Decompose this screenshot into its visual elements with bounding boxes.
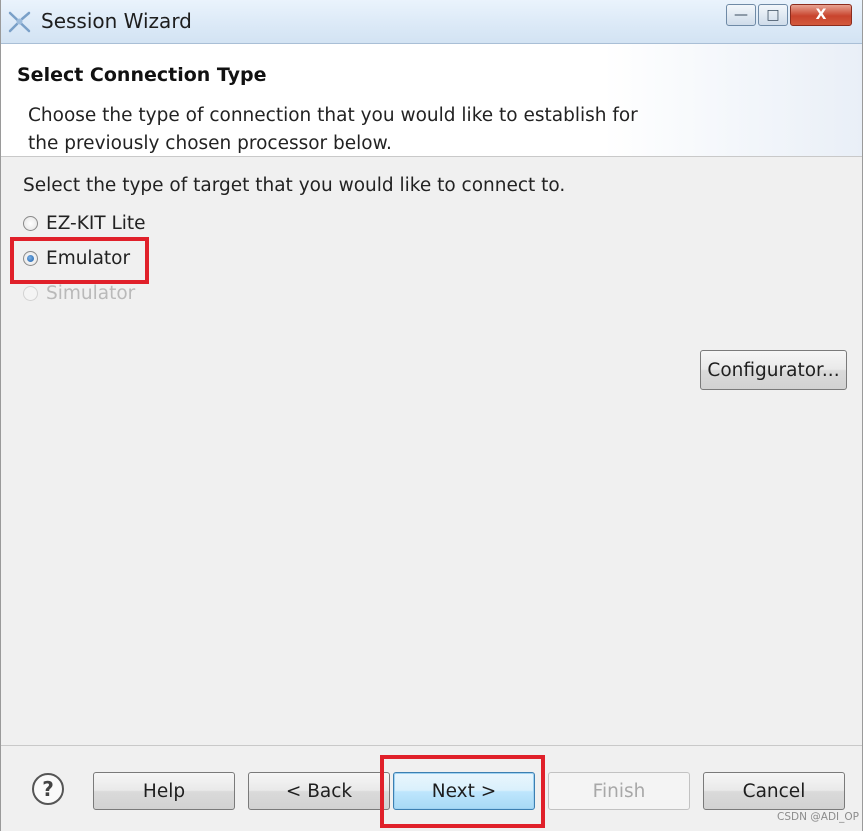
radio-ez-kit-lite[interactable]: EZ-KIT Lite bbox=[23, 210, 146, 236]
watermark: CSDN @ADI_OP bbox=[777, 811, 859, 823]
help-button[interactable]: Help bbox=[93, 772, 235, 810]
session-wizard-window: Session Wizard — □ X Select Connection T… bbox=[0, 0, 863, 831]
cancel-label: Cancel bbox=[742, 780, 806, 802]
radio-label: Simulator bbox=[46, 282, 136, 304]
page-title: Select Connection Type bbox=[17, 64, 267, 86]
radio-label: EZ-KIT Lite bbox=[46, 212, 146, 234]
cancel-button[interactable]: Cancel bbox=[703, 772, 845, 810]
maximize-button[interactable]: □ bbox=[758, 4, 788, 26]
page-description: Choose the type of connection that you w… bbox=[28, 105, 638, 154]
configurator-button[interactable]: Configurator... bbox=[700, 350, 847, 390]
help-label: Help bbox=[142, 780, 186, 802]
target-prompt: Select the type of target that you would… bbox=[23, 175, 566, 196]
help-icon[interactable]: ? bbox=[32, 773, 64, 805]
back-button[interactable]: < Back bbox=[248, 772, 390, 810]
title-bar: Session Wizard — □ X bbox=[1, 0, 862, 44]
finish-button: Finish bbox=[548, 772, 690, 810]
minimize-button[interactable]: — bbox=[726, 4, 756, 26]
back-label: < Back bbox=[285, 780, 353, 802]
wizard-header: Select Connection Type Choose the type o… bbox=[1, 44, 862, 157]
emulator-highlight-box bbox=[10, 237, 149, 284]
close-icon: X bbox=[815, 7, 827, 23]
maximize-icon: □ bbox=[766, 7, 780, 23]
window-title: Session Wizard bbox=[41, 9, 192, 33]
close-button[interactable]: X bbox=[790, 4, 852, 26]
radio-button-icon[interactable] bbox=[23, 215, 38, 231]
configurator-label: Configurator... bbox=[707, 359, 840, 381]
footer-divider bbox=[1, 745, 862, 746]
window-controls: — □ X bbox=[724, 4, 852, 30]
session-wizard-icon bbox=[8, 11, 31, 33]
finish-label: Finish bbox=[592, 780, 646, 802]
next-highlight-box bbox=[380, 755, 545, 828]
minimize-icon: — bbox=[734, 7, 748, 23]
radio-button-disabled-icon bbox=[23, 285, 38, 301]
